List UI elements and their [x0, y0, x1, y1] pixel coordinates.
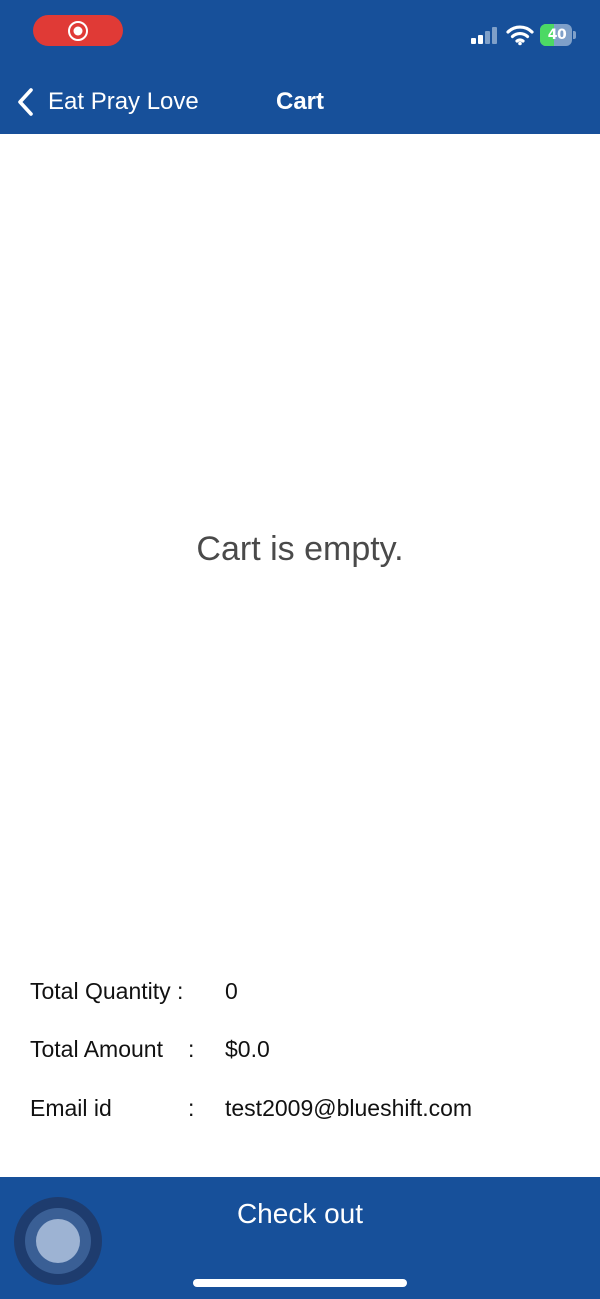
battery-icon: 40 [540, 24, 576, 46]
back-button[interactable]: Eat Pray Love [14, 84, 199, 120]
chevron-left-icon [18, 88, 33, 116]
wifi-icon [506, 25, 534, 46]
total-amount-colon: : [188, 1036, 195, 1062]
home-indicator[interactable] [193, 1279, 407, 1287]
total-amount-value: $0.0 [225, 1036, 270, 1062]
cellular-signal-icon [471, 27, 497, 44]
navigation-bar: 40 Eat Pray Love Cart [0, 0, 600, 134]
total-quantity-label: Total Quantity : [30, 978, 184, 1004]
battery-percentage: 40 [547, 27, 567, 43]
empty-cart-message: Cart is empty. [196, 530, 404, 568]
assistive-touch-icon[interactable] [14, 1197, 102, 1285]
email-value: test2009@blueshift.com [225, 1095, 473, 1121]
screen-recording-indicator[interactable] [33, 15, 123, 46]
back-button-label: Eat Pray Love [48, 88, 199, 115]
email-label: Email id [30, 1095, 112, 1121]
total-amount-label: Total Amount [30, 1036, 163, 1062]
total-quantity-value: 0 [225, 978, 238, 1004]
email-colon: : [188, 1095, 195, 1121]
page-title: Cart [275, 88, 324, 115]
status-icons: 40 [470, 22, 576, 48]
screen-record-icon [68, 21, 88, 41]
